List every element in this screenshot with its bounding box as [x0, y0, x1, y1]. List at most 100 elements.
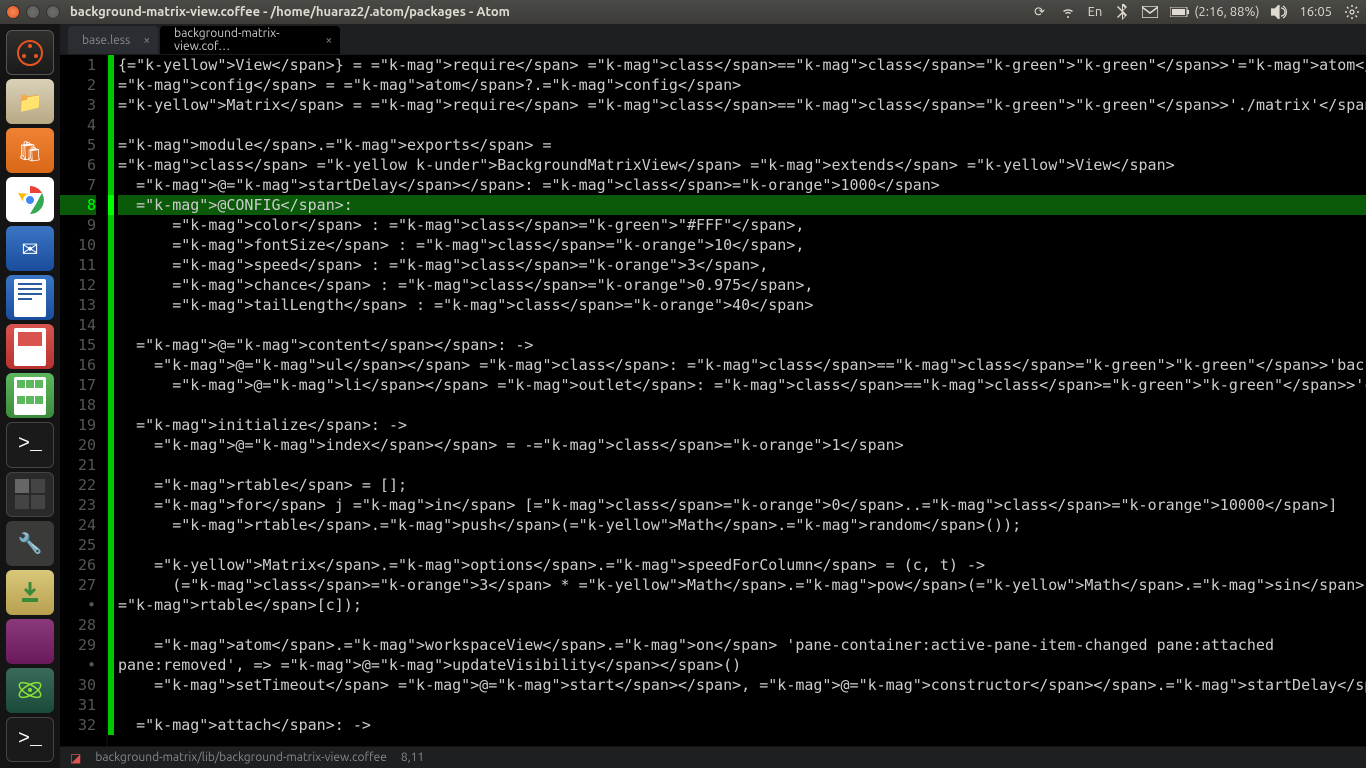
code-line: ="k-mag">chance</span> : ="k-mag">class<…: [118, 275, 1366, 295]
line-number: 25: [60, 535, 96, 555]
code-line: [118, 455, 1366, 475]
code-line: pane:removed', => ="k-mag">@="k-mag">upd…: [118, 655, 1366, 675]
line-number: 31: [60, 695, 96, 715]
launcher-software[interactable]: 🛍: [6, 128, 54, 173]
launcher-app[interactable]: [6, 619, 54, 664]
line-number: 24: [60, 515, 96, 535]
code-line: ="k-mag">@CONFIG</span>:: [118, 195, 1366, 215]
line-number: 1: [60, 55, 96, 75]
launcher-settings[interactable]: 🔧: [6, 521, 54, 566]
launcher-thunderbird[interactable]: ✉: [6, 226, 54, 271]
tab-label: base.less: [82, 34, 130, 47]
code-line: [118, 115, 1366, 135]
launcher-dash[interactable]: [6, 30, 54, 75]
line-number: 4: [60, 115, 96, 135]
close-icon[interactable]: ×: [143, 34, 150, 47]
code-line: ="k-mag">setTimeout</span> ="k-mag">@="k…: [118, 675, 1366, 695]
code-line: ="k-mag">speed</span> : ="k-mag">class</…: [118, 255, 1366, 275]
launcher-downloads[interactable]: [6, 570, 54, 615]
line-number: 32: [60, 715, 96, 735]
line-number: 3: [60, 95, 96, 115]
code-line: ="k-mag">fontSize</span> : ="k-mag">clas…: [118, 235, 1366, 255]
gear-icon[interactable]: [1344, 4, 1360, 20]
line-number: 13: [60, 295, 96, 315]
line-number: 16: [60, 355, 96, 375]
line-number: 17: [60, 375, 96, 395]
line-number: •: [60, 595, 96, 615]
code-line: ="k-mag">config</span> = ="k-mag">atom</…: [118, 75, 1366, 95]
mail-icon[interactable]: [1142, 4, 1158, 20]
line-number: 5: [60, 135, 96, 155]
line-gutter: 1234567891011121314151617181920212223242…: [60, 55, 108, 746]
line-number: 23: [60, 495, 96, 515]
launcher-terminal[interactable]: >_: [6, 422, 54, 467]
code-line: [118, 615, 1366, 635]
line-number: 29: [60, 635, 96, 655]
launcher-impress[interactable]: [6, 324, 54, 369]
launcher-workspace[interactable]: [6, 472, 54, 517]
bluetooth-icon[interactable]: [1114, 4, 1130, 20]
code-content[interactable]: {="k-yellow">View</span>} = ="k-mag">req…: [114, 55, 1366, 746]
code-line: ="k-mag">@="k-mag">index</span></span> =…: [118, 435, 1366, 455]
code-line: [118, 695, 1366, 715]
code-line: [118, 535, 1366, 555]
line-number: •: [60, 655, 96, 675]
keyboard-indicator[interactable]: En: [1088, 5, 1103, 19]
code-line: ="k-mag">rtable</span>[c]);: [118, 595, 1366, 615]
line-number: 26: [60, 555, 96, 575]
editor-tab[interactable]: base.less ×: [68, 26, 158, 54]
sync-icon[interactable]: ⟳: [1032, 4, 1048, 20]
line-number: 6: [60, 155, 96, 175]
clock[interactable]: 16:05: [1299, 5, 1332, 19]
code-line: ="k-yellow">Matrix</span>.="k-mag">optio…: [118, 555, 1366, 575]
system-tray: ⟳ En (2:16, 88%) 16:05: [1032, 4, 1360, 20]
line-number: 20: [60, 435, 96, 455]
line-number: 12: [60, 275, 96, 295]
volume-icon[interactable]: [1271, 4, 1287, 20]
code-line: ="k-mag">atom</span>.="k-mag">workspaceV…: [118, 635, 1366, 655]
launcher-files[interactable]: 📁: [6, 79, 54, 124]
editor: ▾packages▾background-matrix▾libbackgroun…: [60, 24, 1366, 768]
line-number: 19: [60, 415, 96, 435]
window-titlebar: background-matrix-view.coffee - /home/hu…: [0, 0, 1366, 24]
close-icon[interactable]: [6, 5, 20, 19]
maximize-icon[interactable]: [46, 5, 60, 19]
launcher-terminal-2[interactable]: >_: [6, 717, 54, 762]
battery-indicator[interactable]: (2:16, 88%): [1170, 5, 1259, 19]
line-number: 10: [60, 235, 96, 255]
tab-bar: base.less×background-matrix-view.cof…×: [60, 24, 1366, 55]
launcher-calc[interactable]: [6, 373, 54, 418]
code-line: [118, 395, 1366, 415]
code-line: ="k-mag">rtable</span> = [];: [118, 475, 1366, 495]
git-status-icon: ◪: [70, 751, 81, 765]
line-number: 9: [60, 215, 96, 235]
code-line: ="k-mag">attach</span>: ->: [118, 715, 1366, 735]
status-cursor[interactable]: 8,11: [401, 751, 424, 764]
editor-tab[interactable]: background-matrix-view.cof…×: [160, 26, 340, 54]
code-line: ="k-mag">tailLength</span> : ="k-mag">cl…: [118, 295, 1366, 315]
unity-launcher: 📁 🛍 ✉ >_ 🔧 >_: [0, 24, 60, 768]
window-title: background-matrix-view.coffee - /home/hu…: [70, 5, 1032, 19]
launcher-chrome[interactable]: [6, 177, 54, 222]
code-line: ="k-mag">color</span> : ="k-mag">class</…: [118, 215, 1366, 235]
status-path[interactable]: background-matrix/lib/background-matrix-…: [95, 751, 387, 764]
code-line: ="k-mag">@="k-mag">content</span></span>…: [118, 335, 1366, 355]
line-number: 7: [60, 175, 96, 195]
window-controls: [6, 5, 60, 19]
code-area[interactable]: 1234567891011121314151617181920212223242…: [60, 55, 1366, 746]
code-line: ="k-mag">for</span> j ="k-mag">in</span>…: [118, 495, 1366, 515]
code-line: ="k-mag">@="k-mag">li</span></span> ="k-…: [118, 375, 1366, 395]
wifi-icon[interactable]: [1060, 4, 1076, 20]
code-line: (="k-mag">class</span>="k-orange">3</spa…: [118, 575, 1366, 595]
line-number: 18: [60, 395, 96, 415]
line-number: 30: [60, 675, 96, 695]
code-line: ="k-mag">initialize</span>: ->: [118, 415, 1366, 435]
minimize-icon[interactable]: [26, 5, 40, 19]
launcher-writer[interactable]: [6, 275, 54, 320]
line-number: 14: [60, 315, 96, 335]
line-number: 11: [60, 255, 96, 275]
close-icon[interactable]: ×: [325, 34, 332, 47]
code-line: ="k-mag">@="k-mag">startDelay</span></sp…: [118, 175, 1366, 195]
launcher-atom[interactable]: [6, 668, 54, 713]
status-bar: ◪ background-matrix/lib/background-matri…: [60, 746, 1366, 768]
